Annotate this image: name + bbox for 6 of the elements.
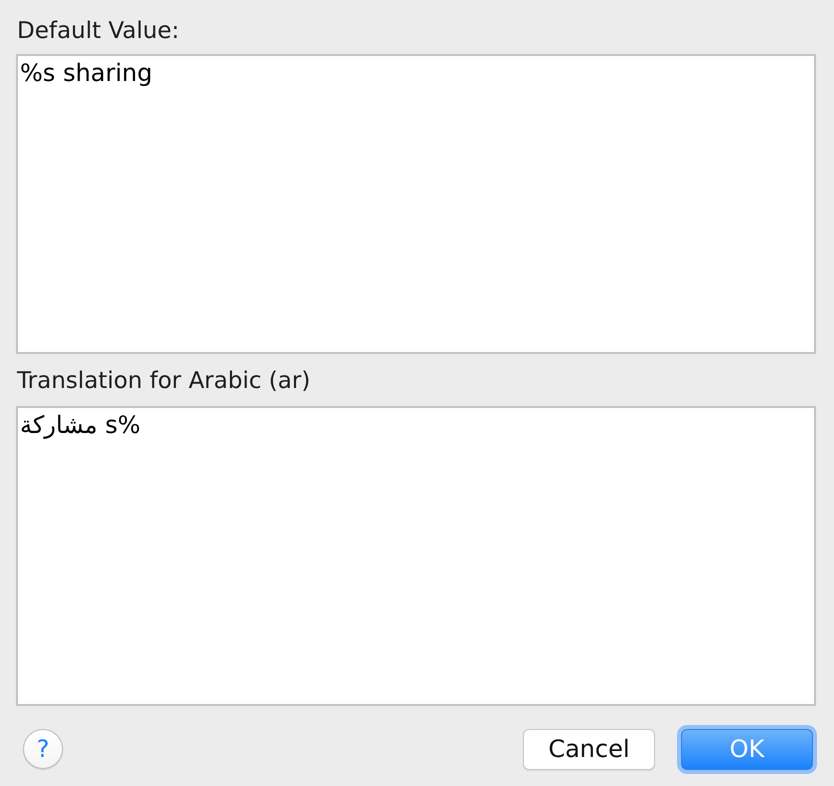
help-button[interactable]: ? [23, 729, 63, 769]
default-value-field[interactable]: %s sharing [16, 54, 816, 354]
default-value-label: Default Value: [17, 17, 180, 45]
translation-label: Translation for Arabic (ar) [17, 367, 310, 395]
translation-field[interactable]: %s مشاركة [16, 406, 816, 706]
cancel-button[interactable]: Cancel [523, 728, 655, 770]
